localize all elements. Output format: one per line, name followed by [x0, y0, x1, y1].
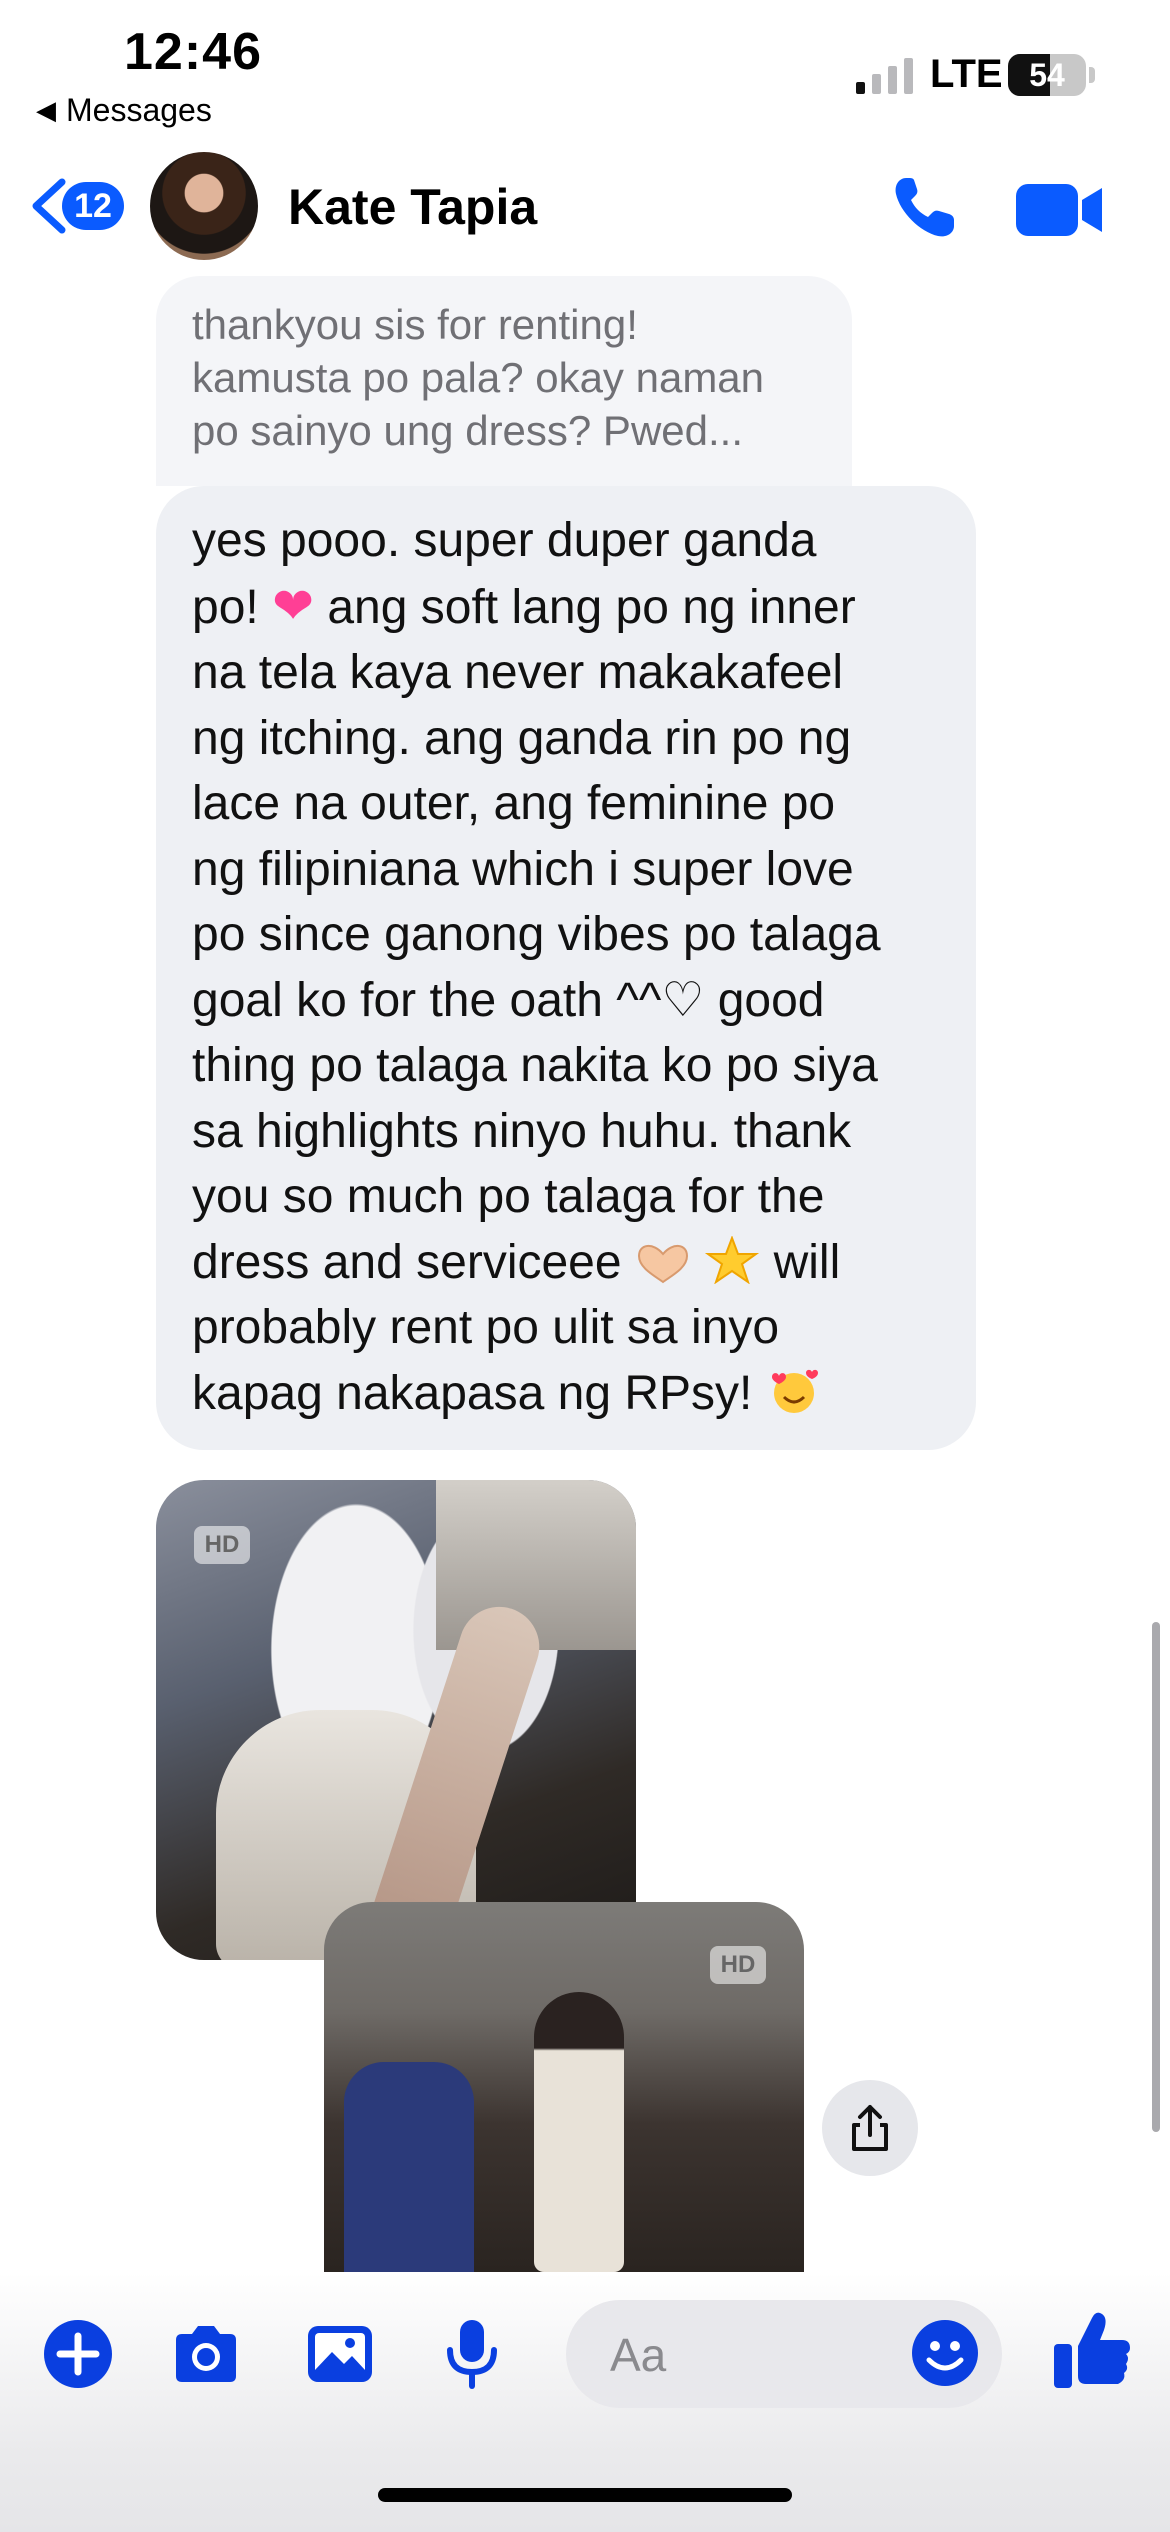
message-line-with-emoji: po! ❤ ang soft lang po ng inner: [192, 574, 946, 641]
photo-person-blue: [344, 2062, 474, 2272]
plus-circle-icon[interactable]: [42, 2318, 114, 2390]
share-icon: [852, 2105, 888, 2151]
video-call-icon[interactable]: [1014, 182, 1106, 238]
message-line: na tela kaya never makakafeel: [192, 646, 844, 699]
reply-preview-line: thankyou sis for renting!: [192, 301, 638, 348]
phone-call-icon[interactable]: [888, 172, 960, 244]
photo-attachment[interactable]: HD: [156, 1480, 636, 1960]
message-line: probably rent po ulit sa inyo: [192, 1301, 780, 1354]
status-time: 12:46: [124, 23, 262, 81]
message-bubble[interactable]: yes pooo. super duper ganda po! ❤ ang so…: [156, 486, 976, 1450]
message-line: yes pooo. super duper ganda: [192, 514, 817, 567]
heart-hands-emoji-icon: [637, 1244, 688, 1283]
contact-avatar[interactable]: [150, 152, 258, 260]
reply-preview-line: kamusta po pala? okay naman: [192, 354, 765, 401]
unread-count-badge[interactable]: 12: [62, 182, 124, 230]
hd-badge: HD: [194, 1526, 250, 1564]
growing-heart-emoji-icon: ❤: [272, 577, 314, 634]
camera-icon[interactable]: [170, 2318, 242, 2390]
home-indicator[interactable]: [378, 2488, 792, 2502]
share-button[interactable]: [822, 2080, 918, 2176]
back-triangle-icon: ◀: [36, 95, 56, 125]
message-line: ng filipiniana which i super love: [192, 842, 854, 896]
message-line-with-emoji: kapag nakapasa ng RPsy!: [192, 1361, 946, 1427]
message-line-prefix: po!: [192, 580, 259, 634]
photo-person: [534, 1992, 624, 2272]
microphone-icon[interactable]: [436, 2318, 508, 2390]
battery-nub: [1089, 67, 1095, 83]
photo-gallery-icon[interactable]: [304, 2318, 376, 2390]
cellular-signal-icon: [856, 58, 913, 94]
photo-attachment[interactable]: HD: [324, 1902, 804, 2272]
emoji-picker-icon[interactable]: [910, 2318, 980, 2388]
message-line: sa highlights ninyo huhu. thank: [192, 1104, 852, 1158]
contact-name[interactable]: Kate Tapia: [288, 178, 537, 236]
back-to-app-link[interactable]: ◀ Messages: [36, 92, 212, 129]
network-type: LTE: [930, 52, 1003, 96]
reply-preview-line: po sainyo ung dress? Pwed...: [192, 407, 744, 454]
message-line: you so much po talaga for the: [192, 1170, 825, 1223]
message-line: thing po talaga nakita ko po siya: [192, 1039, 878, 1092]
message-input-placeholder: Aa: [610, 2329, 667, 2381]
scroll-indicator[interactable]: [1152, 1622, 1160, 2132]
message-line: ang soft lang po ng inner: [327, 580, 856, 634]
message-line: lace na outer, ang feminine po: [192, 777, 836, 830]
glowing-star-emoji-icon: [705, 1235, 760, 1284]
message-line: po since ganong vibes po talaga: [192, 908, 881, 961]
replied-message-preview[interactable]: thankyou sis for renting! kamusta po pal…: [156, 276, 852, 486]
thumbs-up-icon[interactable]: [1052, 2308, 1132, 2392]
battery-icon: 54: [1008, 54, 1086, 96]
battery-percentage: 54: [1029, 56, 1065, 93]
message-line: goal ko for the oath ^^♡ good: [192, 973, 825, 1027]
message-line-with-emoji: dress and serviceee will: [192, 1230, 946, 1296]
message-line: will: [773, 1235, 841, 1289]
back-app-label: Messages: [66, 92, 212, 128]
message-line: dress and serviceee: [192, 1235, 622, 1289]
smiling-face-with-hearts-emoji-icon: [771, 1369, 818, 1413]
message-line: ng itching. ang ganda rin po ng: [192, 711, 852, 765]
hd-badge: HD: [710, 1946, 766, 1984]
message-line: kapag nakapasa ng RPsy!: [192, 1366, 753, 1420]
